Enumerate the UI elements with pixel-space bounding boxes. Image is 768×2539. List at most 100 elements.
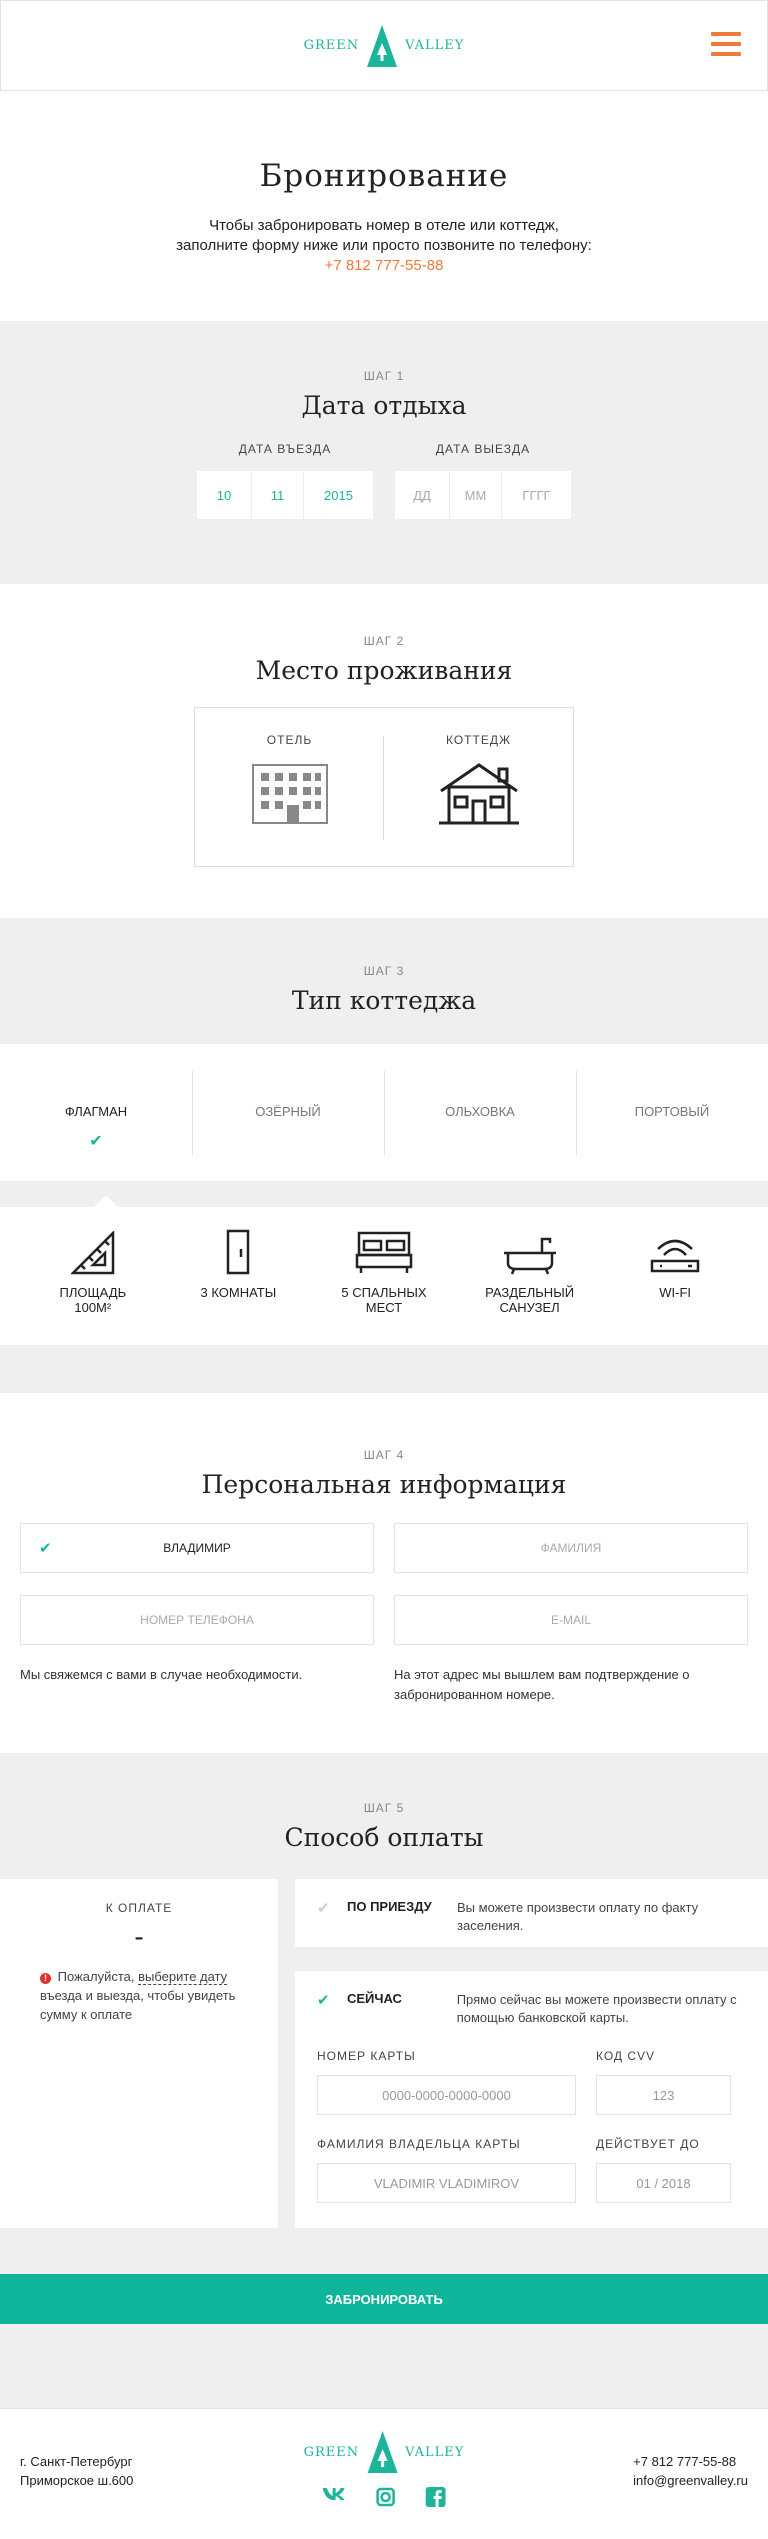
checkin-day[interactable]: 10 <box>197 471 252 519</box>
footer-contacts: +7 812 777-55-88 info@greenvalley.ru <box>633 2452 748 2490</box>
place-option-hotel[interactable]: ОТЕЛЬ <box>195 708 384 866</box>
checkout-group: ДАТА ВЫЕЗДА ДД ММ ГГГГ <box>395 442 571 519</box>
step3-label: ШАГ 3 <box>363 964 405 978</box>
phone-placeholder: НОМЕР ТЕЛЕФОНА <box>140 1613 254 1627</box>
email-placeholder: E-MAIL <box>550 1613 591 1627</box>
check-icon: ✔ <box>317 1992 330 2009</box>
step-cottage-type: ШАГ 3 Тип коттеджа ФЛАГМАН ✔ ОЗЁРНЫЙ ОЛЬ… <box>0 918 768 1393</box>
step5-label: ШАГ 5 <box>363 1801 405 1815</box>
pay-on-arrival-option[interactable]: ✔ ПО ПРИЕЗДУ Вы можете произвести оплату… <box>295 1879 768 1947</box>
footer-phone[interactable]: +7 812 777-55-88 <box>633 2452 748 2471</box>
logo-text-left: GREEN <box>303 38 360 53</box>
checkout-month[interactable]: ММ <box>450 471 502 519</box>
card-number-input[interactable]: 0000-0000-0000-0000 <box>317 2075 576 2115</box>
first-name-field[interactable]: ✔ ВЛАДИМИР <box>20 1523 374 1573</box>
vk-icon[interactable] <box>322 2487 346 2512</box>
book-button[interactable]: ЗАБРОНИРОВАТЬ <box>0 2274 768 2324</box>
last-name-field[interactable]: ФАМИЛИЯ <box>394 1523 748 1573</box>
card-holder-label: ФАМИЛИЯ ВЛАДЕЛЬЦА КАРТЫ <box>317 2137 521 2151</box>
feature-beds-line1: 5 СПАЛЬНЫХ <box>341 1285 427 1300</box>
first-name-value: ВЛАДИМИР <box>163 1541 231 1555</box>
step2-title: Место проживания <box>255 656 513 685</box>
checkin-group: ДАТА ВЪЕЗДА 10 11 2015 <box>197 442 373 519</box>
to-pay-panel: К ОПЛАТЕ - ! Пожалуйста, выберите дату в… <box>0 1879 278 2228</box>
check-icon: ✔ <box>39 1540 52 1557</box>
step-dates: ШАГ 1 Дата отдыха ДАТА ВЪЕЗДА 10 11 2015… <box>0 321 768 584</box>
card-holder-input[interactable]: VLADIMIR VLADIMIROV <box>317 2163 576 2203</box>
cottage-icon <box>438 763 519 825</box>
tree-logo-icon <box>367 2431 398 2473</box>
tab-ozerny-label: ОЗЁРНЫЙ <box>255 1104 321 1119</box>
step-personal: ШАГ 4 Персональная информация ✔ ВЛАДИМИР… <box>0 1393 768 1753</box>
cvv-input[interactable]: 123 <box>596 2075 731 2115</box>
footer-logo-text-left: GREEN <box>303 2444 360 2460</box>
logo[interactable]: GREEN VALLEY <box>304 23 465 69</box>
pay-now-label: СЕЙЧАС <box>346 1991 402 2006</box>
pay-now-option[interactable]: ✔ СЕЙЧАС Прямо сейчас вы можете произвес… <box>295 1971 768 2228</box>
feature-beds: 5 СПАЛЬНЫХ МЕСТ <box>324 1229 444 1345</box>
place-option-cottage[interactable]: КОТТЕДЖ <box>384 708 573 866</box>
footer-logo[interactable]: GREEN VALLEY <box>304 2429 465 2475</box>
place-cottage-label: КОТТЕДЖ <box>445 733 512 747</box>
phone-field[interactable]: НОМЕР ТЕЛЕФОНА <box>20 1595 374 1645</box>
site-footer: г. Санкт-Петербург Приморское ш.600 GREE… <box>0 2408 768 2539</box>
last-name-placeholder: ФАМИЛИЯ <box>540 1541 602 1555</box>
feature-area-line1: ПЛОЩАДЬ <box>59 1285 127 1300</box>
footer-city: г. Санкт-Петербург <box>20 2454 133 2469</box>
feature-rooms-line1: 3 КОМНАТЫ <box>200 1285 277 1300</box>
footer-address: г. Санкт-Петербург Приморское ш.600 <box>20 2452 133 2490</box>
step-payment: ШАГ 5 Способ оплаты К ОПЛАТЕ - ! Пожалуй… <box>0 1753 768 2274</box>
step-place: ШАГ 2 Место проживания ОТЕЛЬ КОТТЕДЖ <box>0 584 768 918</box>
email-field[interactable]: E-MAIL <box>394 1595 748 1645</box>
checkin-year[interactable]: 2015 <box>304 471 373 519</box>
place-hotel-label: ОТЕЛЬ <box>266 733 313 747</box>
checkin-month[interactable]: 11 <box>252 471 304 519</box>
step1-title: Дата отдыха <box>301 391 467 420</box>
menu-icon[interactable] <box>711 32 741 56</box>
step2-label: ШАГ 2 <box>363 634 405 648</box>
door-icon <box>227 1229 250 1275</box>
hotel-icon <box>251 764 328 824</box>
expiry-input[interactable]: 01 / 2018 <box>596 2163 731 2203</box>
intro-description: Чтобы забронировать номер в отеле или ко… <box>176 217 592 254</box>
feature-beds-line2: МЕСТ <box>365 1300 403 1315</box>
intro-section: Бронирование Чтобы забронировать номер в… <box>0 91 768 321</box>
footer-email[interactable]: info@greenvalley.ru <box>633 2471 748 2490</box>
email-hint: На этот адрес мы вышлем вам подтверждени… <box>394 1667 690 1702</box>
tab-portovy[interactable]: ПОРТОВЫЙ <box>576 1044 768 1181</box>
to-pay-warning: ! Пожалуйста, выберите дату въезда и вые… <box>20 1967 258 2024</box>
step5-title: Способ оплаты <box>284 1823 484 1852</box>
step4-label: ШАГ 4 <box>363 1448 405 1462</box>
phone-hint: Мы свяжемся с вами в случае необходимост… <box>20 1667 303 1682</box>
pay-on-arrival-desc: Вы можете произвести оплату по факту зас… <box>457 1900 699 1933</box>
cvv-label: КОД CVV <box>596 2049 656 2063</box>
instagram-icon[interactable] <box>376 2487 396 2512</box>
tab-olkhovka[interactable]: ОЛЬХОВКА <box>384 1044 576 1181</box>
site-header: GREEN VALLEY <box>0 0 768 91</box>
expiry-label: ДЕЙСТВУЕТ ДО <box>596 2137 700 2151</box>
to-pay-label: К ОПЛАТЕ <box>105 1901 173 1915</box>
card-number-label: НОМЕР КАРТЫ <box>317 2049 416 2063</box>
bed-icon <box>355 1231 413 1273</box>
ruler-triangle-icon <box>70 1231 115 1275</box>
footer-street: Приморское ш.600 <box>20 2473 134 2488</box>
step4-title: Персональная информация <box>201 1470 567 1499</box>
page-title: Бронирование <box>259 158 509 194</box>
facebook-icon[interactable] <box>425 2487 446 2512</box>
intro-phone-link[interactable]: +7 812 777-55-88 <box>325 257 444 274</box>
warn-prefix: Пожалуйста, <box>57 1969 135 1984</box>
checkout-day[interactable]: ДД <box>395 471 450 519</box>
check-icon: ✔ <box>317 1900 330 1917</box>
feature-bathroom: РАЗДЕЛЬНЫЙ САНУЗЕЛ <box>470 1229 590 1345</box>
feature-bathroom-line1: РАЗДЕЛЬНЫЙ <box>485 1285 575 1300</box>
tab-flagman-label: ФЛАГМАН <box>64 1104 128 1119</box>
select-dates-link[interactable]: выберите дату <box>138 1969 228 1985</box>
tab-flagman[interactable]: ФЛАГМАН ✔ <box>0 1044 192 1181</box>
tab-olkhovka-label: ОЛЬХОВКА <box>445 1104 515 1119</box>
logo-text-right: VALLEY <box>405 38 465 53</box>
bathtub-icon <box>503 1237 556 1275</box>
check-icon: ✔ <box>89 1133 103 1150</box>
tab-ozerny[interactable]: ОЗЁРНЫЙ <box>192 1044 384 1181</box>
warn-suffix: въезда и выезда, чтобы увидеть сумму к о… <box>40 1988 236 2022</box>
checkout-year[interactable]: ГГГГ <box>502 471 571 519</box>
